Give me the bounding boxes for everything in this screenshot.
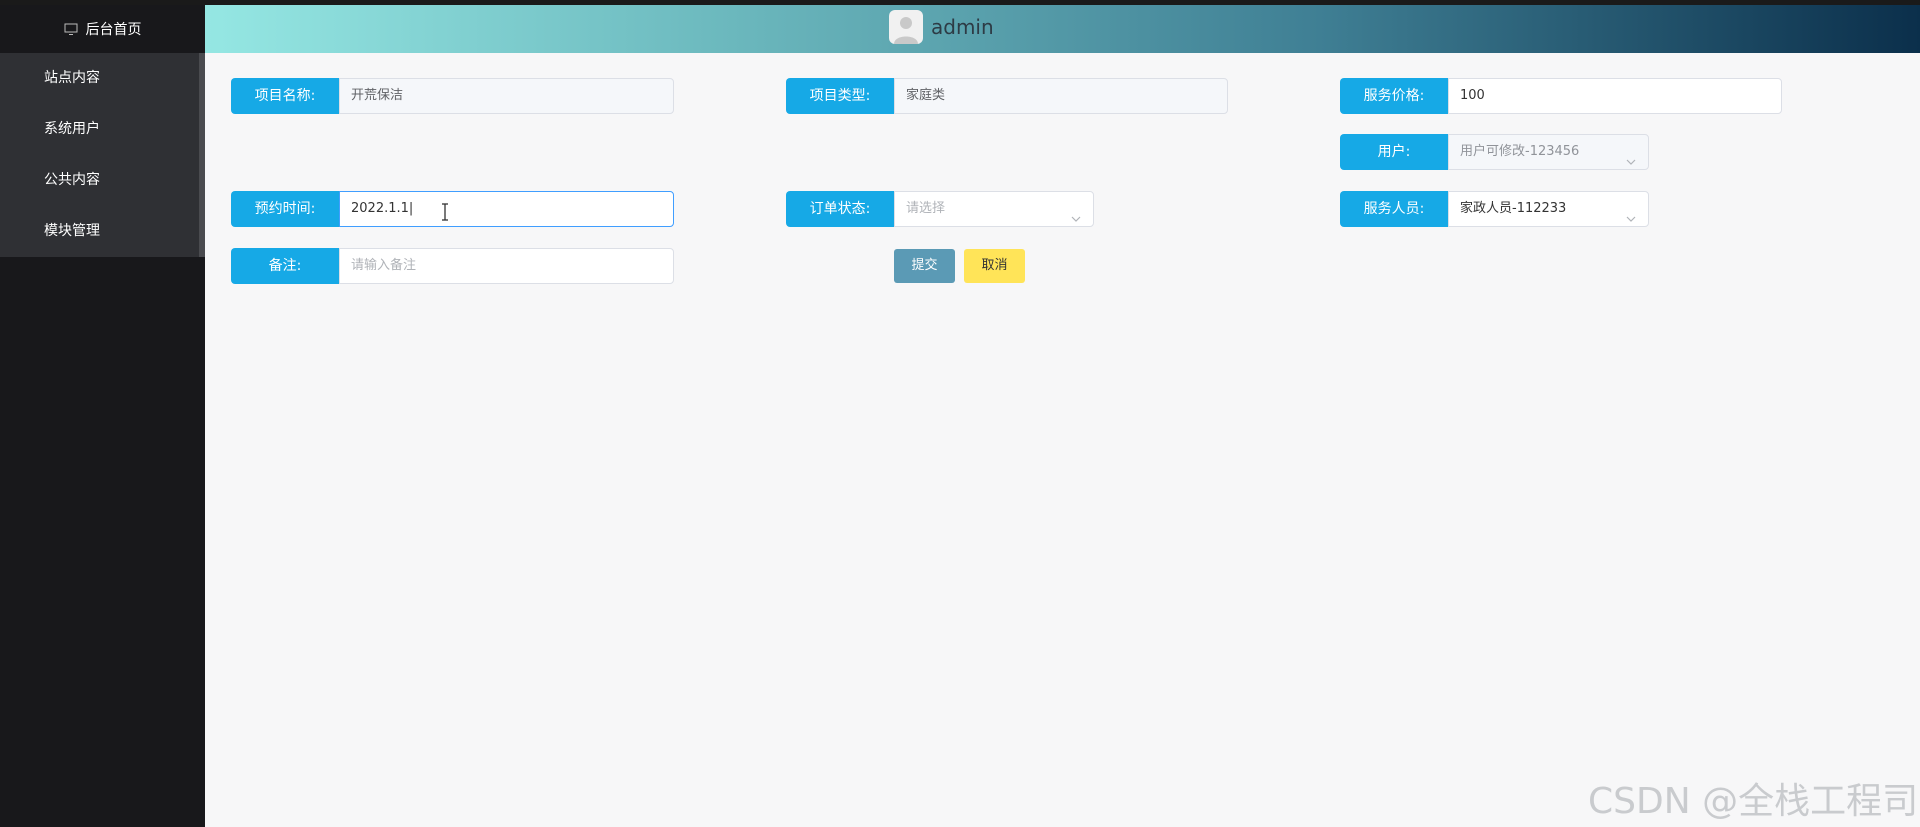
order-status-label: 订单状态:: [786, 191, 894, 227]
sidebar-item-site-content[interactable]: 站点内容: [0, 53, 199, 104]
service-price-label: 服务价格:: [1340, 78, 1448, 114]
chevron-down-icon: [1626, 204, 1636, 222]
appointment-time-label: 预约时间:: [231, 191, 339, 227]
sidebar-home-link[interactable]: 后台首页: [0, 5, 205, 53]
appointment-time-field: 预约时间: 2022.1.1|: [231, 191, 674, 227]
order-status-field: 订单状态: 请选择: [786, 191, 1094, 227]
sidebar-item-public-content[interactable]: 公共内容: [0, 155, 199, 206]
monitor-icon: [64, 22, 78, 36]
order-status-placeholder: 请选择: [906, 201, 946, 216]
header-bar: admin: [205, 5, 1920, 53]
remark-field: 备注: 请输入备注: [231, 248, 674, 284]
user-avatar-icon: [889, 10, 923, 44]
service-price-input[interactable]: 100: [1448, 78, 1782, 114]
project-name-input[interactable]: 开荒保洁: [339, 78, 674, 114]
project-name-label: 项目名称:: [231, 78, 339, 114]
appointment-time-input[interactable]: 2022.1.1|: [339, 191, 674, 227]
user-select-value: 用户可修改-123456: [1460, 144, 1580, 159]
submit-button[interactable]: 提交: [894, 249, 955, 283]
service-price-field: 服务价格: 100: [1340, 78, 1782, 114]
service-staff-value: 家政人员-112233: [1460, 201, 1567, 216]
service-staff-field: 服务人员: 家政人员-112233: [1340, 191, 1649, 227]
sidebar-home-label: 后台首页: [85, 22, 142, 38]
sidebar-item-system-users[interactable]: 系统用户: [0, 104, 199, 155]
appointment-time-value: 2022.1.1|: [351, 201, 414, 216]
project-type-field: 项目类型: 家庭类: [786, 78, 1228, 114]
user-label: 用户:: [1340, 134, 1448, 170]
project-type-label: 项目类型:: [786, 78, 894, 114]
remark-placeholder: 请输入备注: [351, 258, 417, 273]
remark-input[interactable]: 请输入备注: [339, 248, 674, 284]
project-name-field: 项目名称: 开荒保洁: [231, 78, 674, 114]
user-menu[interactable]: admin: [889, 9, 994, 45]
watermark: CSDN @全栈工程司: [1588, 781, 1919, 822]
sidebar: 后台首页 站点内容 系统用户 公共内容 模块管理: [0, 5, 205, 827]
project-type-input[interactable]: 家庭类: [894, 78, 1228, 114]
sidebar-menu: 站点内容 系统用户 公共内容 模块管理: [0, 53, 199, 257]
sidebar-item-module-management[interactable]: 模块管理: [0, 206, 199, 257]
username: admin: [931, 15, 994, 39]
user-select[interactable]: 用户可修改-123456: [1448, 134, 1649, 170]
service-staff-select[interactable]: 家政人员-112233: [1448, 191, 1649, 227]
cancel-button[interactable]: 取消: [964, 249, 1025, 283]
order-status-select[interactable]: 请选择: [894, 191, 1094, 227]
chevron-down-icon: [1626, 147, 1636, 165]
user-field: 用户: 用户可修改-123456: [1340, 134, 1649, 170]
sidebar-scrollbar[interactable]: [199, 53, 205, 257]
remark-label: 备注:: [231, 248, 339, 284]
text-cursor-icon: [440, 201, 450, 221]
chevron-down-icon: [1071, 204, 1081, 222]
service-staff-label: 服务人员:: [1340, 191, 1448, 227]
